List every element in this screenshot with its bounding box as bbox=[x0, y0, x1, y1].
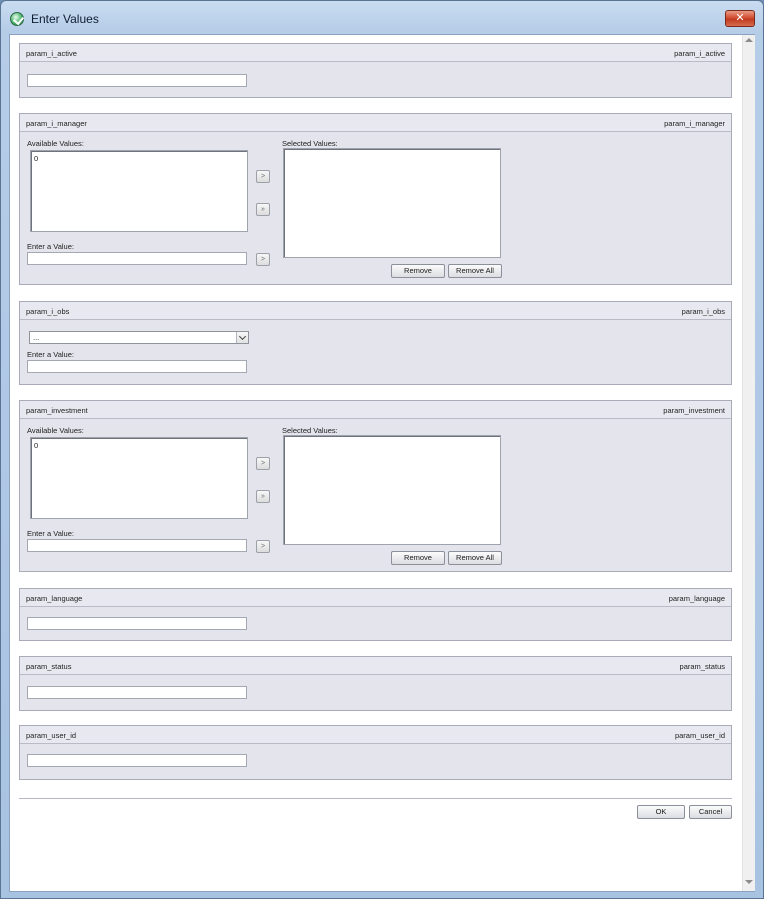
move-selected-button[interactable]: > bbox=[256, 457, 270, 470]
panel-title-right: param_i_active bbox=[674, 49, 725, 58]
ok-button[interactable]: OK bbox=[637, 805, 685, 819]
panel-title: param_status bbox=[26, 662, 72, 671]
available-values-label: Available Values: bbox=[27, 426, 84, 435]
panel-param-i-active: param_i_active param_i_active bbox=[19, 43, 732, 98]
panel-param-language: param_language param_language bbox=[19, 588, 732, 641]
panel-header: param_status param_status bbox=[20, 657, 731, 675]
add-value-button[interactable]: > bbox=[256, 540, 270, 553]
available-values-list[interactable]: 0 bbox=[30, 150, 248, 232]
panel-title: param_user_id bbox=[26, 731, 77, 740]
add-value-button[interactable]: > bbox=[256, 253, 270, 266]
param-i-active-input[interactable] bbox=[27, 74, 247, 87]
panel-title-right: param_i_manager bbox=[664, 119, 725, 128]
remove-button[interactable]: Remove bbox=[391, 551, 445, 565]
selected-values-label: Selected Values: bbox=[282, 426, 338, 435]
close-button[interactable]: ✕ bbox=[725, 10, 755, 27]
enter-value-input[interactable] bbox=[27, 252, 247, 265]
panel-header: param_i_obs param_i_obs bbox=[20, 302, 731, 320]
enter-value-input[interactable] bbox=[27, 539, 247, 552]
panel-header: param_i_manager param_i_manager bbox=[20, 114, 731, 132]
panel-title: param_language bbox=[26, 594, 83, 603]
param-language-input[interactable] bbox=[27, 617, 247, 630]
enter-value-label: Enter a Value: bbox=[27, 529, 74, 538]
footer-divider bbox=[19, 798, 732, 799]
panel-param-status: param_status param_status bbox=[19, 656, 732, 711]
panel-header: param_language param_language bbox=[20, 589, 731, 607]
enter-value-label: Enter a Value: bbox=[27, 350, 74, 359]
title-bar[interactable]: Enter Values ✕ bbox=[1, 1, 763, 35]
selected-values-list[interactable] bbox=[283, 435, 501, 545]
window-title: Enter Values bbox=[31, 12, 99, 26]
dialog-content: param_i_active param_i_active param_i_ma… bbox=[9, 34, 755, 892]
panel-param-i-manager: param_i_manager param_i_manager Availabl… bbox=[19, 113, 732, 285]
vertical-scrollbar[interactable] bbox=[742, 35, 755, 891]
move-all-button[interactable]: » bbox=[256, 490, 270, 503]
list-item[interactable]: 0 bbox=[34, 441, 38, 450]
select-value: ... bbox=[33, 333, 40, 342]
enter-value-label: Enter a Value: bbox=[27, 242, 74, 251]
panel-title: param_i_manager bbox=[26, 119, 87, 128]
panel-title: param_i_active bbox=[26, 49, 77, 58]
panel-param-user-id: param_user_id param_user_id bbox=[19, 725, 732, 780]
cancel-button[interactable]: Cancel bbox=[689, 805, 732, 819]
panel-param-i-obs: param_i_obs param_i_obs ... Enter a Valu… bbox=[19, 301, 732, 385]
move-all-button[interactable]: » bbox=[256, 203, 270, 216]
param-user-id-input[interactable] bbox=[27, 754, 247, 767]
panel-param-investment: param_investment param_investment Availa… bbox=[19, 400, 732, 572]
move-selected-button[interactable]: > bbox=[256, 170, 270, 183]
enter-value-input[interactable] bbox=[27, 360, 247, 373]
remove-all-button[interactable]: Remove All bbox=[448, 551, 502, 565]
panel-header: param_i_active param_i_active bbox=[20, 44, 731, 62]
param-i-obs-select[interactable]: ... bbox=[29, 331, 249, 344]
available-values-list[interactable]: 0 bbox=[30, 437, 248, 519]
app-icon bbox=[10, 12, 24, 26]
list-item[interactable]: 0 bbox=[34, 154, 38, 163]
remove-button[interactable]: Remove bbox=[391, 264, 445, 278]
panel-title-right: param_language bbox=[668, 594, 725, 603]
panel-header: param_investment param_investment bbox=[20, 401, 731, 419]
selected-values-list[interactable] bbox=[283, 148, 501, 258]
remove-all-button[interactable]: Remove All bbox=[448, 264, 502, 278]
panel-title-right: param_status bbox=[679, 662, 725, 671]
scroll-down-icon[interactable] bbox=[745, 880, 753, 884]
panel-title: param_investment bbox=[26, 406, 88, 415]
available-values-label: Available Values: bbox=[27, 139, 84, 148]
scroll-up-icon[interactable] bbox=[745, 38, 753, 42]
param-status-input[interactable] bbox=[27, 686, 247, 699]
selected-values-label: Selected Values: bbox=[282, 139, 338, 148]
chevron-down-icon[interactable] bbox=[236, 332, 248, 343]
panel-header: param_user_id param_user_id bbox=[20, 726, 731, 744]
panel-title-right: param_user_id bbox=[674, 731, 725, 740]
panel-title-right: param_i_obs bbox=[681, 307, 725, 316]
panel-title: param_i_obs bbox=[26, 307, 70, 316]
panel-title-right: param_investment bbox=[663, 406, 725, 415]
dialog-window: Enter Values ✕ param_i_active param_i_ac… bbox=[0, 0, 764, 899]
